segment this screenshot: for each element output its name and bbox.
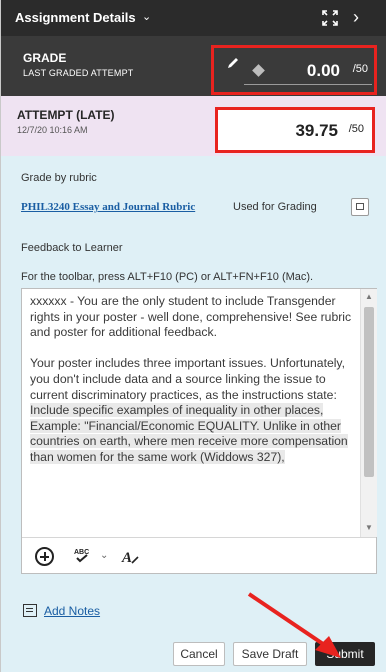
submit-button[interactable]: Submit — [315, 642, 375, 666]
grade-out-of: /50 — [352, 63, 368, 75]
grade-by-rubric-label: Grade by rubric — [21, 172, 97, 184]
text-format-icon[interactable]: A — [120, 546, 140, 566]
save-draft-button[interactable]: Save Draft — [233, 642, 307, 666]
toolbar-hint: For the toolbar, press ALT+F10 (PC) or A… — [21, 271, 314, 283]
pencil-icon[interactable] — [226, 56, 240, 70]
panel-header: Assignment Details ⌄ › — [1, 0, 386, 36]
feedback-text-plain: Your poster includes three important iss… — [30, 356, 346, 402]
attempt-date: 12/7/20 10:16 AM — [17, 125, 88, 135]
panel-title[interactable]: Assignment Details — [15, 10, 136, 25]
feedback-paragraph: Your poster includes three important iss… — [30, 356, 360, 465]
attempt-grade-value[interactable]: 39.75 — [295, 121, 338, 141]
grade-value[interactable]: 0.00 — [307, 61, 340, 81]
diamond-icon — [252, 64, 265, 77]
add-notes-link[interactable]: Add Notes — [44, 604, 100, 618]
attempt-label: ATTEMPT (LATE) — [17, 108, 115, 122]
feedback-label: Feedback to Learner — [21, 242, 123, 254]
grade-input-underline — [244, 84, 372, 85]
expand-icon[interactable] — [321, 9, 339, 27]
scroll-thumb[interactable] — [364, 307, 374, 477]
add-content-icon[interactable] — [35, 547, 54, 566]
feedback-text-highlight: Include specific examples of inequality … — [30, 403, 348, 464]
rubric-status: Used for Grading — [233, 201, 317, 213]
rubric-link[interactable]: PHIL3240 Essay and Journal Rubric — [21, 201, 195, 213]
svg-text:A: A — [121, 550, 132, 566]
editor-toolbar: ABC ⌄ A — [22, 537, 376, 573]
rubric-view-icon[interactable] — [351, 198, 369, 216]
feedback-editor[interactable]: xxxxxx - You are the only student to inc… — [21, 288, 377, 574]
scroll-down-icon[interactable]: ▼ — [365, 523, 373, 532]
chevron-down-icon[interactable]: ⌄ — [100, 550, 108, 561]
chevron-down-icon[interactable]: ⌄ — [142, 10, 151, 23]
notes-icon[interactable] — [23, 604, 37, 617]
grade-value-box[interactable]: 0.00 /50 — [211, 45, 377, 95]
feedback-text[interactable]: xxxxxx - You are the only student to inc… — [30, 294, 360, 481]
attempt-out-of: /50 — [348, 123, 364, 135]
chevron-right-icon[interactable]: › — [353, 8, 359, 26]
grade-sublabel: LAST GRADED ATTEMPT — [23, 68, 134, 78]
grade-label: GRADE — [23, 51, 67, 65]
feedback-paragraph: xxxxxx - You are the only student to inc… — [30, 294, 352, 340]
spellcheck-icon[interactable]: ABC — [72, 546, 92, 566]
attempt-grade-input[interactable]: 39.75 /50 — [215, 107, 375, 153]
scroll-up-icon[interactable]: ▲ — [365, 292, 373, 301]
assignment-details-panel: Assignment Details ⌄ › GRADE LAST GRADED… — [0, 0, 386, 672]
editor-scrollbar[interactable]: ▲ ▼ — [360, 289, 377, 537]
cancel-button[interactable]: Cancel — [173, 642, 225, 666]
